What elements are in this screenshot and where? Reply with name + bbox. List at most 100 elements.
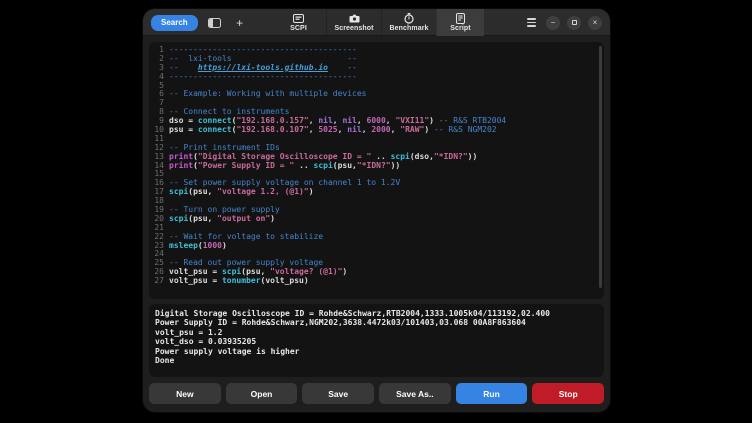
header-right-group: − × — [523, 9, 602, 36]
code-token: scpi — [222, 267, 241, 276]
tab-screenshot[interactable]: Screenshot — [326, 9, 381, 36]
console-output-line: Digital Storage Oscilloscope ID = Rohde&… — [155, 309, 598, 318]
code-token: , — [309, 125, 319, 134]
code-token: "192.168.0.107" — [236, 125, 308, 134]
code-token: ) — [424, 125, 434, 134]
code-token: "VXI11" — [395, 116, 429, 125]
save-button[interactable]: Save — [302, 383, 374, 404]
console-output-line: Done — [155, 356, 598, 365]
new-tab-button[interactable]: + — [232, 15, 248, 31]
code-text: -- Example: Working with multiple device… — [169, 90, 366, 99]
code-token: connect — [198, 116, 232, 125]
screenshot-icon — [349, 13, 360, 24]
code-token: print — [169, 152, 193, 161]
code-token: "192.168.0.157" — [236, 116, 308, 125]
script-icon — [456, 13, 465, 24]
code-token: "*IDN?" — [357, 161, 391, 170]
search-button[interactable]: Search — [151, 15, 198, 31]
action-button-row: NewOpenSaveSave As..RunStop — [149, 383, 604, 404]
code-token: ) — [429, 116, 439, 125]
tab-script[interactable]: Script — [436, 9, 484, 36]
code-token: (psu, — [188, 214, 217, 223]
code-token: scpi — [391, 152, 410, 161]
code-token: 5025 — [318, 125, 337, 134]
script-editor[interactable]: 1---------------------------------------… — [149, 42, 604, 299]
code-token: tonumber — [222, 276, 261, 285]
lxi-tools-window: Search + SCPI Screenshot Benchmark Script −… — [143, 9, 610, 412]
code-token: 6000 — [367, 116, 386, 125]
code-token: -- R&S NGM202 — [434, 125, 497, 134]
code-token: 2000 — [371, 125, 390, 134]
tab-label: Benchmark — [389, 25, 428, 32]
minimize-button[interactable]: − — [546, 16, 560, 30]
code-line: 27volt_psu = tonumber(volt_psu) — [152, 277, 596, 286]
tab-bar: SCPI Screenshot Benchmark Script — [271, 9, 484, 36]
lxi-tools-link[interactable]: https://lxi-tools.github.io — [198, 63, 328, 72]
code-token: "Power Supply ID = " — [198, 161, 294, 170]
code-text: psu = connect("192.168.0.107", 5025, nil… — [169, 126, 497, 135]
code-line: 4--------------------------------------- — [152, 73, 596, 82]
tab-label: SCPI — [290, 25, 307, 32]
code-token: -- R&S RTB2004 — [439, 116, 506, 125]
save-as-button[interactable]: Save As.. — [379, 383, 451, 404]
code-token: msleep — [169, 241, 198, 250]
code-token: dso = — [169, 116, 198, 125]
code-token: (psu, — [333, 161, 357, 170]
sidebar-toggle-button[interactable] — [207, 15, 223, 31]
code-token: (psu, — [241, 267, 270, 276]
code-token: ) — [270, 214, 275, 223]
code-token: --------------------------------------- — [169, 45, 357, 54]
tab-scpi[interactable]: SCPI — [271, 9, 326, 36]
code-line: 10psu = connect("192.168.0.107", 5025, n… — [152, 126, 596, 135]
editor-scrollbar — [599, 46, 602, 295]
tab-label: Script — [450, 25, 470, 32]
code-token: 1000 — [203, 241, 222, 250]
code-token: .. — [294, 161, 313, 170]
code-token: --------------------------------------- — [169, 72, 357, 81]
code-token: -- Turn on power supply — [169, 205, 280, 214]
code-token: -- lxi-tools -- — [169, 54, 357, 63]
code-token: "RAW" — [400, 125, 424, 134]
tab-benchmark[interactable]: Benchmark — [381, 9, 436, 36]
console-output-line: volt_dso = 0.03935205 — [155, 337, 598, 346]
code-token: (psu, — [188, 187, 217, 196]
code-token: -- Connect to instruments — [169, 107, 289, 116]
header-left-group: Search + — [151, 9, 248, 36]
close-button[interactable]: × — [588, 16, 602, 30]
code-token: .. — [371, 152, 390, 161]
scpi-icon — [293, 13, 304, 24]
maximize-icon — [572, 20, 577, 25]
code-token: , — [391, 125, 401, 134]
main-menu-button[interactable] — [523, 15, 539, 31]
code-line: 23msleep(1000) — [152, 242, 596, 251]
code-token: -- Set power supply voltage on channel 1… — [169, 178, 400, 187]
code-text: scpi(psu, "voltage 1.2, (@1)") — [169, 188, 314, 197]
run-button[interactable]: Run — [456, 383, 528, 404]
code-token: -- Print instrument IDs — [169, 143, 280, 152]
open-button[interactable]: Open — [226, 383, 298, 404]
benchmark-icon — [404, 13, 414, 24]
code-token: )) — [391, 161, 401, 170]
code-line: 20scpi(psu, "output on") — [152, 215, 596, 224]
console-output-line: Power supply voltage is higher — [155, 347, 598, 356]
new-button[interactable]: New — [149, 383, 221, 404]
code-token: )) — [468, 152, 478, 161]
code-token: , — [333, 116, 343, 125]
code-token: ) — [222, 241, 227, 250]
code-token: volt_psu = — [169, 267, 222, 276]
editor-scrollbar-thumb[interactable] — [599, 46, 602, 288]
console-output-line: volt_psu = 1.2 — [155, 328, 598, 337]
code-token: , — [386, 116, 396, 125]
code-token: , — [309, 116, 319, 125]
stop-button[interactable]: Stop — [532, 383, 604, 404]
maximize-button[interactable] — [567, 16, 581, 30]
code-token: (dso, — [410, 152, 434, 161]
code-text: scpi(psu, "output on") — [169, 215, 275, 224]
code-token: , — [362, 125, 372, 134]
plus-icon: + — [236, 17, 243, 29]
code-token: nil — [318, 116, 332, 125]
code-token: nil — [342, 116, 356, 125]
code-token: -- — [328, 63, 357, 72]
code-token: connect — [198, 125, 232, 134]
output-console: Digital Storage Oscilloscope ID = Rohde&… — [149, 304, 604, 377]
